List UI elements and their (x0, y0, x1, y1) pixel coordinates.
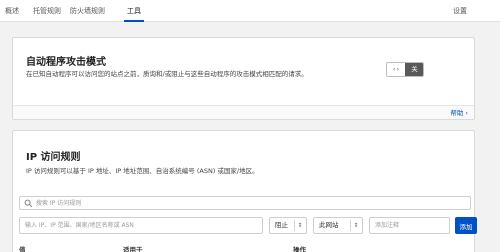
scope-select-value: 此网站 (319, 221, 339, 229)
bot-attack-mode-toggle[interactable]: ‹› 关 (386, 62, 424, 77)
tab-managed-rules[interactable]: 托管规则 (33, 0, 61, 22)
card-footer: 帮助 › (13, 105, 474, 119)
ip-access-rules-title: IP 访问规则 (26, 152, 81, 163)
rules-table-header: 值 适用于 操作 (13, 244, 474, 252)
chevron-updown-icon: ⇕ (353, 222, 359, 229)
column-header-action: 操作 (293, 246, 306, 252)
column-header-value: 值 (19, 246, 26, 252)
ip-access-rules-description: IP 访问规则可以基于 IP 地址、IP 地址范围、自治系统编号 (ASN) 或… (26, 167, 259, 175)
select-divider (350, 220, 351, 231)
add-button[interactable]: 添加 (455, 217, 477, 234)
search-box (19, 196, 471, 210)
toggle-handle-icon: ‹› (387, 63, 405, 76)
search-input[interactable] (36, 197, 456, 209)
top-navigation: 概述 托管规则 防火墙规则 工具 设置 (0, 0, 500, 22)
help-link[interactable]: 帮助 › (450, 106, 468, 120)
ip-value-input[interactable] (19, 217, 263, 234)
scope-select[interactable]: 此网站 ⇕ (313, 217, 363, 234)
settings-link[interactable]: 设置 (453, 0, 467, 22)
tab-overview[interactable]: 概述 (5, 0, 19, 22)
action-select-value: 阻止 (275, 221, 288, 229)
chevron-updown-icon: ⇕ (297, 222, 303, 229)
note-input[interactable] (369, 217, 450, 234)
action-select[interactable]: 阻止 ⇕ (269, 217, 307, 234)
select-divider (294, 220, 295, 231)
column-header-applies-to: 适用于 (123, 246, 143, 252)
add-rule-form: 阻止 ⇕ 此网站 ⇕ 添加 (13, 217, 477, 234)
tab-tools[interactable]: 工具 (124, 0, 144, 22)
bot-attack-mode-title: 自动程序攻击模式 (26, 57, 106, 68)
tab-firewall-rules[interactable]: 防火墙规则 (70, 0, 105, 22)
search-icon (24, 199, 33, 208)
ip-access-rules-card: IP 访问规则 IP 访问规则可以基于 IP 地址、IP 地址范围、自治系统编号… (12, 130, 477, 252)
bot-attack-mode-card: 自动程序攻击模式 在已知自动程序可以访问您的站点之前，质询和/或阻止与这些自动程… (12, 37, 475, 120)
toggle-state-label: 关 (405, 63, 423, 76)
bot-attack-mode-description: 在已知自动程序可以访问您的站点之前，质询和/或阻止与这些自动程序的攻击模式相匹配… (26, 70, 308, 78)
